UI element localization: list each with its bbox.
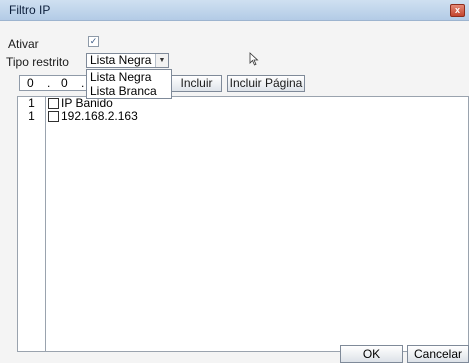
row-checkbox[interactable] [48,111,59,122]
dropdown-option-blacklist[interactable]: Lista Negra [87,70,171,84]
row-text: 192.168.2.163 [61,109,138,123]
ok-button[interactable]: OK [340,345,403,363]
close-icon: x [454,5,460,15]
dropdown-option-whitelist[interactable]: Lista Branca [87,84,171,98]
title-bar: Filtro IP x [0,0,469,21]
row-checkbox[interactable] [48,98,59,109]
restrict-type-value: Lista Negra [90,53,152,67]
ip-dot-1: . [47,76,51,90]
ip-list: 1 IP Banido 1 192.168.2.163 [17,96,469,352]
chevron-down-icon[interactable]: ▼ [155,54,168,67]
ip-address-input[interactable]: 0 . 0 . [19,75,87,91]
ip-dot-2: . [81,76,85,90]
check-mark-icon: ✓ [89,36,98,46]
enable-checkbox[interactable]: ✓ [88,36,99,47]
list-item[interactable]: 1 192.168.2.163 [18,110,468,123]
row-number: 1 [28,109,35,123]
include-button[interactable]: Incluir [171,75,222,92]
ip-octet-1[interactable]: 0 [27,76,34,90]
ip-filter-window: Filtro IP x Ativar ✓ Tipo restrito Lista… [0,0,469,363]
list-column-divider [45,97,46,351]
include-page-button[interactable]: Incluir Página [227,75,305,92]
restrict-type-dropdown: Lista Negra Lista Branca [86,69,172,99]
enable-label: Ativar [8,37,39,51]
mouse-cursor-icon [249,52,259,66]
close-button[interactable]: x [450,4,465,17]
ip-octet-2[interactable]: 0 [61,76,68,90]
cancel-button[interactable]: Cancelar [407,345,469,363]
restrict-type-label: Tipo restrito [6,55,69,69]
restrict-type-select[interactable]: Lista Negra ▼ [86,53,169,68]
window-title: Filtro IP [9,3,51,17]
